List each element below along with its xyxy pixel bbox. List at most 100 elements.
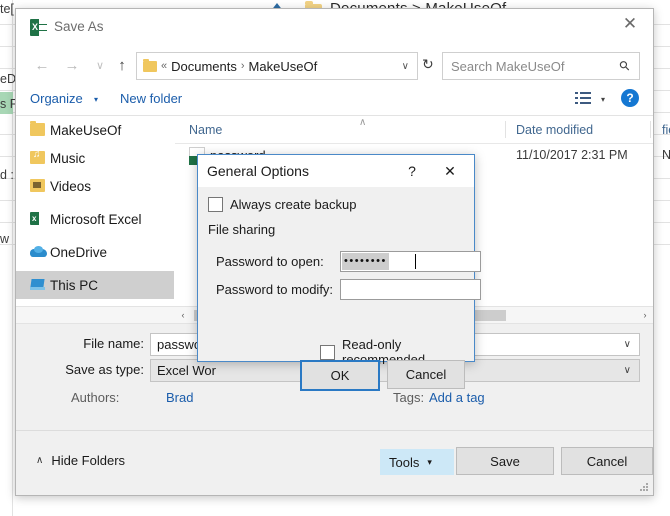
nav-item-makeuseof[interactable]: MakeUseOf [16, 116, 174, 144]
nav-item-videos[interactable]: Videos [16, 172, 174, 200]
breadcrumb[interactable]: « Documents › MakeUseOf ∨ [136, 52, 418, 80]
back-icon[interactable]: ← [30, 53, 54, 77]
new-folder-button[interactable]: New folder [120, 91, 182, 106]
forward-icon[interactable]: → [60, 53, 84, 77]
cancel-button[interactable]: Cancel [561, 447, 653, 475]
videos-folder-icon [30, 179, 45, 192]
nav-item-label: Videos [50, 178, 92, 194]
chevron-down-icon[interactable]: ▾ [601, 95, 605, 104]
nav-item-microsoft-excel[interactable]: Microsoft Excel [16, 205, 174, 233]
save-as-type-value: Excel Wor [157, 363, 216, 378]
general-options-titlebar: General Options ? ✕ [198, 155, 474, 187]
scroll-left-icon[interactable]: ‹ [175, 307, 191, 323]
command-bar: Organize ▾ New folder ▾ ? [16, 83, 653, 116]
file-type-cell: N [662, 148, 670, 162]
chevron-up-icon: ∧ [36, 455, 44, 466]
password-to-open-value: •••••••• [342, 253, 389, 270]
navigation-pane: MakeUseOf Music Videos Microsoft Excel O… [16, 116, 174, 306]
add-a-tag-link[interactable]: Add a tag [429, 390, 485, 405]
nav-item-music[interactable]: Music [16, 144, 174, 172]
up-one-level-icon[interactable]: ↑ [110, 53, 134, 77]
music-folder-icon [30, 149, 45, 164]
breadcrumb-prefix: « [161, 60, 168, 72]
general-options-title: General Options [207, 163, 309, 179]
password-to-modify-label: Password to modify: [216, 282, 334, 297]
nav-item-this-pc[interactable]: This PC [16, 271, 174, 299]
nav-item-label: This PC [50, 277, 99, 293]
close-icon[interactable]: ✕ [607, 9, 653, 39]
column-header-type[interactable]: fied [662, 123, 670, 137]
resize-grip[interactable] [640, 483, 649, 492]
screen: eD s P d : w te[ Documents > MakeUseOf X… [0, 0, 670, 516]
file-date-cell: 11/10/2017 2:31 PM [516, 148, 628, 162]
tools-button[interactable]: Tools ▾ [380, 449, 454, 475]
nav-item-partial[interactable] [16, 299, 174, 306]
text-caret [415, 254, 416, 269]
authors-value[interactable]: Brad [166, 390, 193, 405]
password-to-open-label: Password to open: [216, 254, 324, 269]
address-bar: ← → ∨ ↑ « Documents › MakeUseOf ∨ ↻ Sear… [16, 47, 653, 83]
file-list-header: Name∧ Date modified fied [175, 116, 670, 144]
bg-fragment: eD [0, 72, 16, 86]
hide-folders-button[interactable]: ∧ Hide Folders [36, 453, 125, 468]
organize-button[interactable]: Organize [30, 91, 83, 106]
nav-item-label: MakeUseOf [50, 122, 122, 138]
help-icon[interactable]: ? [621, 89, 639, 107]
sort-ascending-icon: ∧ [359, 117, 367, 128]
password-to-modify-value [342, 281, 346, 298]
column-header-date-modified[interactable]: Date modified [516, 123, 593, 137]
chevron-down-icon[interactable]: ∨ [402, 61, 409, 72]
save-button[interactable]: Save [456, 447, 554, 475]
nav-item-label: OneDrive [50, 244, 108, 260]
always-create-backup-checkbox[interactable]: Always create backup [208, 197, 356, 212]
chevron-down-icon[interactable]: ∨ [624, 365, 631, 376]
excel-icon: X [30, 19, 47, 36]
save-as-type-label: Save as type: [65, 362, 144, 377]
checkbox-box[interactable] [208, 197, 223, 212]
password-to-open-input[interactable]: •••••••• [340, 251, 481, 272]
chevron-down-icon: ▾ [427, 456, 432, 467]
search-icon: ⚲ [616, 56, 634, 75]
search-placeholder: Search MakeUseOf [451, 58, 565, 74]
column-header-name[interactable]: Name ∧ [189, 117, 366, 137]
checkbox-box[interactable] [320, 344, 335, 360]
recent-locations-icon[interactable]: ∨ [88, 53, 112, 77]
breadcrumb-item-makeuseof[interactable]: MakeUseOf [249, 59, 318, 74]
close-icon[interactable]: ✕ [440, 161, 460, 181]
help-icon[interactable]: ? [402, 161, 422, 181]
hide-folders-label: Hide Folders [51, 453, 126, 468]
search-input[interactable]: Search MakeUseOf ⚲ [442, 52, 640, 80]
excel-icon [30, 212, 45, 225]
chevron-down-icon[interactable]: ∨ [624, 339, 631, 350]
tools-label: Tools [389, 454, 420, 470]
ok-button[interactable]: OK [300, 360, 380, 391]
bg-fragment: d : [0, 168, 14, 182]
file-name-label: File name: [83, 336, 144, 351]
onedrive-icon [30, 246, 47, 257]
scroll-right-icon[interactable]: › [637, 307, 653, 323]
breadcrumb-separator: › [240, 60, 245, 72]
chevron-down-icon[interactable]: ▾ [94, 95, 98, 104]
save-as-footer: ∧ Hide Folders Tools ▾ Save Cancel [16, 430, 653, 495]
authors-label: Authors: [71, 390, 120, 405]
refresh-icon[interactable]: ↻ [422, 56, 434, 73]
bg-fragment: w [0, 232, 10, 246]
save-as-title: Save As [54, 19, 104, 34]
file-sharing-section-label: File sharing [208, 222, 276, 237]
nav-item-label: Microsoft Excel [50, 211, 142, 227]
cancel-button[interactable]: Cancel [387, 360, 465, 389]
nav-item-label: Music [50, 150, 86, 166]
general-options-body: Always create backup File sharing Passwo… [198, 187, 481, 391]
folder-icon [143, 58, 157, 72]
bg-fragment: te[ [0, 2, 14, 16]
always-create-backup-label: Always create backup [230, 197, 357, 212]
view-layout-icon[interactable] [575, 91, 591, 105]
save-as-titlebar: X Save As ✕ [16, 9, 653, 47]
general-options-dialog: General Options ? ✕ Always create backup… [197, 154, 481, 391]
breadcrumb-item-documents[interactable]: Documents [171, 59, 237, 74]
this-pc-icon [30, 278, 45, 291]
nav-item-onedrive[interactable]: OneDrive [16, 238, 174, 266]
folder-icon [30, 121, 45, 136]
password-to-modify-input[interactable] [340, 279, 481, 300]
tags-label: Tags: [393, 390, 425, 405]
